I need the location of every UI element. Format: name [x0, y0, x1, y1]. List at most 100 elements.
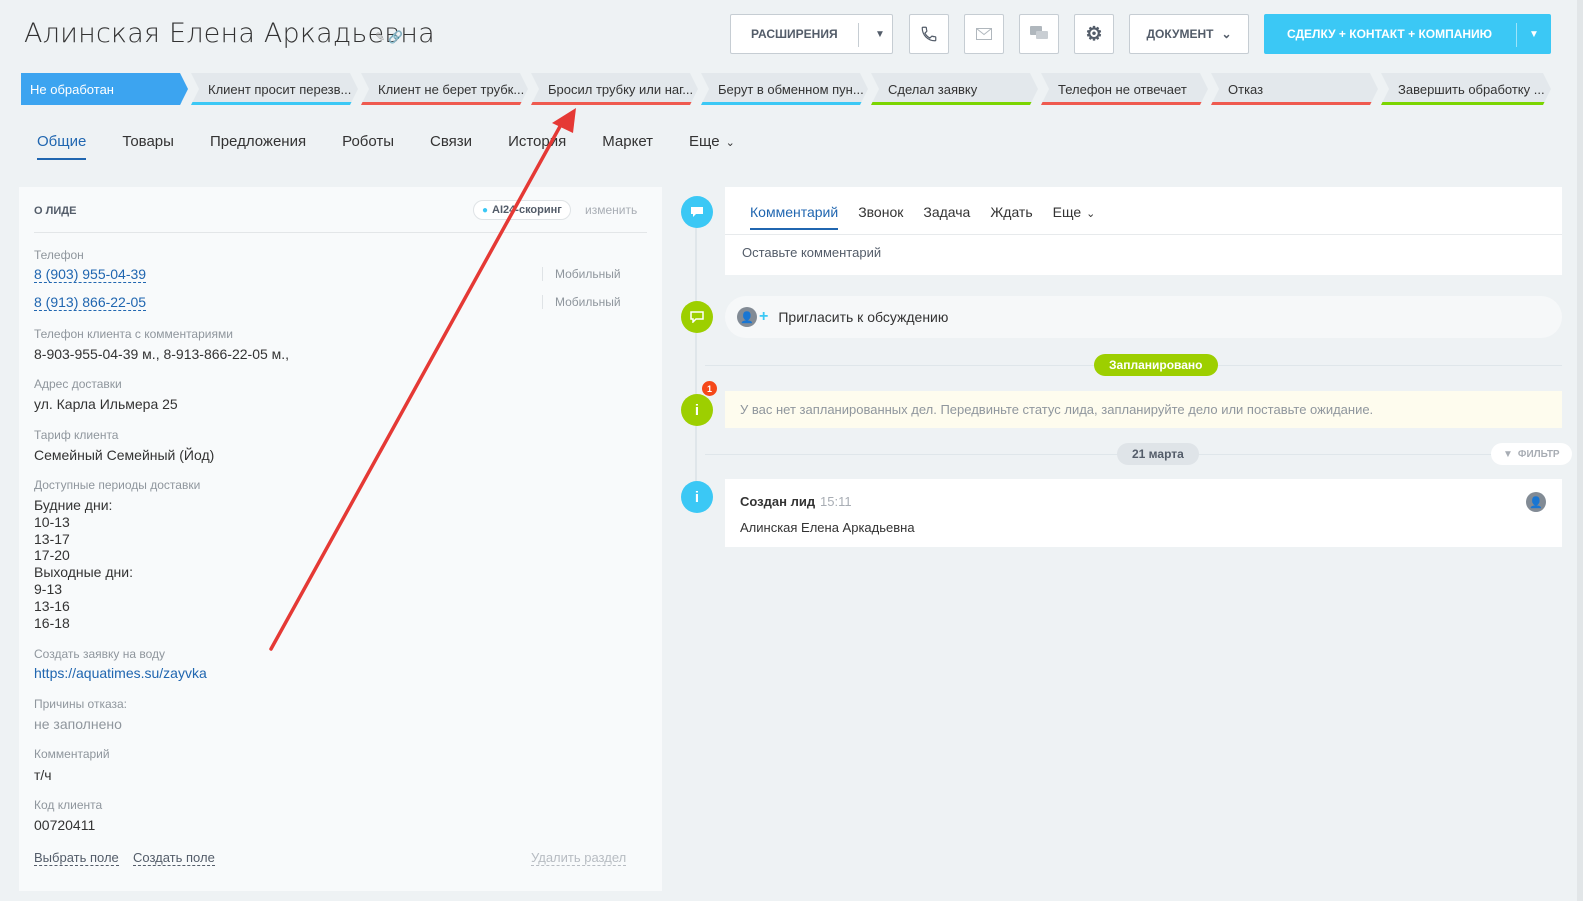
filter-label: ФИЛЬТР	[1517, 448, 1560, 460]
dropdown-arrow-icon[interactable]: ▼	[1529, 29, 1539, 40]
tab-comment[interactable]: Комментарий	[750, 204, 839, 230]
dropdown-arrow-icon[interactable]: ▼	[875, 29, 885, 40]
status-stage-color-bar	[701, 102, 868, 105]
edit-section-link[interactable]: изменить	[585, 203, 637, 217]
activity-editor: Комментарий Звонок Задача Ждать Еще ⌄ Ост…	[725, 187, 1562, 275]
link-icon[interactable]: 🔗	[388, 30, 403, 44]
status-stage[interactable]: Отказ	[1211, 73, 1378, 105]
field-label: Доступные периоды доставки	[34, 478, 201, 492]
status-stage[interactable]: Не обработан	[21, 73, 188, 105]
scrollbar[interactable]	[1577, 0, 1583, 901]
section-heading: О ЛИДЕ	[34, 205, 77, 217]
funnel-icon: ▼	[1503, 448, 1513, 460]
user-avatar-icon[interactable]: 👤	[1526, 492, 1546, 512]
field-label: Код клиента	[34, 798, 103, 812]
timeline-event: Создан лид 15:11 Алинская Елена Аркадьев…	[725, 479, 1562, 547]
title-edit-icons[interactable]: ✎ 🔗	[375, 30, 403, 44]
status-stage-label: Бросил трубку или наг...	[548, 81, 694, 97]
period-line: 16-18	[34, 614, 70, 631]
status-stage-color-bar	[531, 102, 698, 105]
tab-market[interactable]: Маркет	[602, 133, 653, 160]
field-value: т/ч	[34, 767, 52, 783]
divider	[1516, 23, 1517, 47]
phone-icon	[921, 26, 937, 42]
status-stage[interactable]: Клиент не берет трубк...	[361, 73, 528, 105]
plus-icon: +	[759, 308, 769, 325]
phone-type: Мобильный	[542, 267, 621, 281]
order-url-link[interactable]: https://aquatimes.su/zayvka	[34, 665, 207, 681]
tab-general[interactable]: Общие	[37, 133, 87, 160]
tab-wait[interactable]: Ждать	[990, 204, 1032, 230]
tab-more[interactable]: Еще ⌄	[689, 133, 735, 160]
ai-scoring-badge[interactable]: ● AI24-скоринг	[473, 200, 571, 220]
extensions-label: РАСШИРЕНИЯ	[751, 27, 838, 41]
invite-to-discussion[interactable]: 👤 + Пригласить к обсуждению	[725, 296, 1562, 338]
tab-more-label: Еще	[689, 133, 720, 150]
period-line: Выходные дни:	[34, 564, 133, 581]
status-stage-label: Клиент просит перезв...	[208, 81, 352, 97]
mail-icon	[976, 28, 992, 40]
mail-button[interactable]	[964, 14, 1004, 54]
filter-button[interactable]: ▼ ФИЛЬТР	[1491, 443, 1572, 465]
gear-icon: ⚙	[1085, 23, 1103, 45]
tab-offers[interactable]: Предложения	[210, 133, 306, 160]
status-stage[interactable]: Бросил трубку или наг...	[531, 73, 698, 105]
date-badge: 21 марта	[1117, 443, 1199, 465]
chat-button[interactable]	[1019, 14, 1059, 54]
extensions-button[interactable]: РАСШИРЕНИЯ ▼	[730, 14, 893, 54]
status-stage[interactable]: Завершить обработку ...	[1381, 73, 1551, 105]
status-stage[interactable]: Берут в обменном пун...	[701, 73, 868, 105]
create-field-link[interactable]: Создать поле	[133, 850, 215, 866]
status-stage[interactable]: Телефон не отвечает	[1041, 73, 1208, 105]
status-stage-label: Отказ	[1228, 81, 1264, 97]
tab-task[interactable]: Задача	[923, 204, 970, 230]
status-stage-color-bar	[1381, 102, 1551, 105]
period-line: 9-13	[34, 580, 63, 597]
field-label: Создать заявку на воду	[34, 647, 165, 661]
event-title: Создан лид	[740, 494, 816, 509]
activity-tabs: Комментарий Звонок Задача Ждать Еще ⌄	[750, 204, 1115, 230]
settings-button[interactable]: ⚙	[1074, 14, 1114, 54]
notification-counter-badge: 1	[702, 381, 717, 396]
delete-section-link[interactable]: Удалить раздел	[531, 850, 627, 866]
document-button[interactable]: ДОКУМЕНТ ⌄	[1129, 14, 1249, 54]
info-dot-icon: i	[681, 394, 713, 426]
tab-history[interactable]: История	[508, 133, 566, 160]
field-value: не заполнено	[34, 716, 122, 732]
phone-link[interactable]: 8 (903) 955-04-39	[34, 266, 147, 283]
status-stage-color-bar	[871, 102, 1038, 105]
choose-field-link[interactable]: Выбрать поле	[34, 850, 119, 866]
phone-label: Телефон	[34, 248, 84, 262]
document-label: ДОКУМЕНТ	[1146, 27, 1214, 41]
status-stage[interactable]: Клиент просит перезв...	[191, 73, 358, 105]
phone-link[interactable]: 8 (913) 866-22-05	[34, 294, 147, 311]
status-stage-label: Сделал заявку	[888, 81, 978, 97]
chevron-down-icon: ⌄	[1221, 27, 1232, 41]
timeline-line	[695, 210, 697, 495]
create-deal-button[interactable]: СДЕЛКУ + КОНТАКТ + КОМПАНИЮ ▼	[1264, 14, 1551, 54]
user-avatar-icon: 👤	[737, 307, 757, 327]
field-value: ул. Карла Ильмера 25	[34, 396, 178, 412]
detail-tabs: Общие Товары Предложения Роботы Связи Ис…	[37, 133, 771, 160]
status-stage-color-bar	[21, 102, 188, 105]
ai-scoring-label: AI24-скоринг	[492, 204, 562, 216]
tab-robots[interactable]: Роботы	[342, 133, 394, 160]
create-deal-label: СДЕЛКУ + КОНТАКТ + КОМПАНИЮ	[1287, 27, 1493, 41]
tab-more[interactable]: Еще ⌄	[1053, 204, 1096, 230]
field-label: Комментарий	[34, 747, 110, 761]
call-button[interactable]	[909, 14, 949, 54]
event-time: 15:11	[820, 494, 852, 509]
status-stage[interactable]: Сделал заявку	[871, 73, 1038, 105]
tab-call[interactable]: Звонок	[858, 204, 903, 230]
comment-input[interactable]: Оставьте комментарий	[742, 245, 881, 260]
divider	[725, 234, 1562, 235]
event-text: Алинская Елена Аркадьевна	[740, 520, 915, 535]
chevron-down-icon: ⌄	[725, 137, 735, 149]
discussion-dot-icon	[681, 301, 713, 333]
tab-links[interactable]: Связи	[430, 133, 472, 160]
status-stage-label: Завершить обработку ...	[1398, 81, 1545, 97]
pencil-icon[interactable]: ✎	[375, 30, 385, 44]
status-stage-label: Телефон не отвечает	[1058, 81, 1187, 97]
period-line: 17-20	[34, 547, 70, 564]
tab-products[interactable]: Товары	[122, 133, 174, 160]
